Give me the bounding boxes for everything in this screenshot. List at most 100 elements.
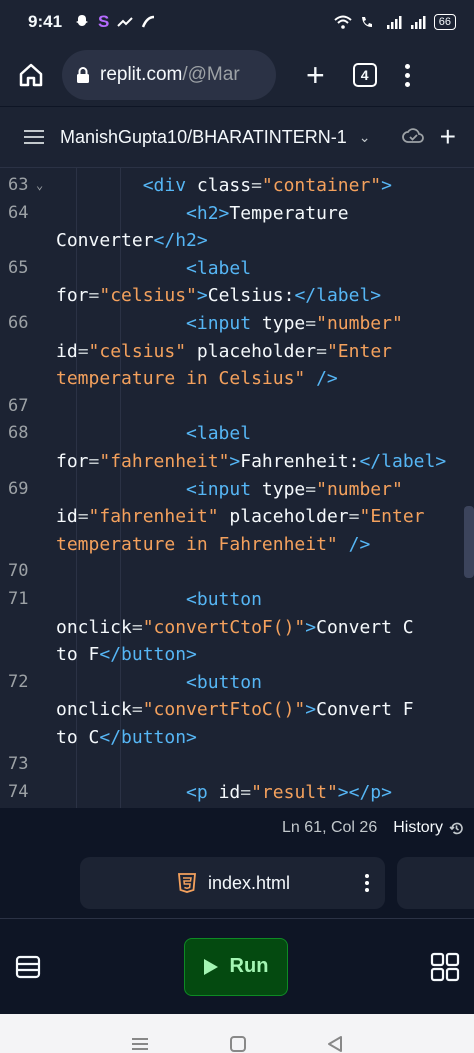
address-bar[interactable]: replit.com/@Mar xyxy=(62,50,276,100)
code-token: </button> xyxy=(99,644,197,666)
home-button[interactable] xyxy=(14,58,48,92)
code-token: = xyxy=(77,340,89,362)
volte-call-icon xyxy=(361,17,372,27)
code-line[interactable]: 70 xyxy=(0,558,474,586)
line-number: 67 xyxy=(8,395,29,416)
code-editor[interactable]: 63 ⌄ <div class="container"> 64 <h2>Temper… xyxy=(0,168,474,808)
code-line[interactable]: temperature in Fahrenheit" /> xyxy=(0,531,474,559)
line-number: 69 xyxy=(8,478,29,499)
code-token: "result" xyxy=(251,782,338,804)
add-button[interactable]: + xyxy=(440,123,456,151)
code-token: = xyxy=(316,340,327,362)
code-token: > xyxy=(381,175,392,196)
browser-menu-button[interactable] xyxy=(404,63,410,87)
code-text: <input type="number" xyxy=(56,310,474,338)
code-token: placeholder xyxy=(196,340,317,362)
code-line[interactable]: id="celsius" placeholder="Enter xyxy=(0,338,474,366)
code-line[interactable]: 73 xyxy=(0,751,474,779)
cloud-check-icon[interactable] xyxy=(401,128,424,146)
url-path: /@Mar xyxy=(182,64,240,85)
next-tab[interactable] xyxy=(397,857,474,909)
code-token: = xyxy=(88,285,100,307)
url-host: replit.com xyxy=(100,64,183,85)
code-line[interactable]: for="fahrenheit">Fahrenheit:</label> xyxy=(0,448,474,476)
code-line[interactable]: 64 <h2>Temperature xyxy=(0,200,474,228)
code-token: <input xyxy=(186,312,262,334)
code-token: id xyxy=(218,782,241,804)
home-nav-icon[interactable] xyxy=(229,1035,247,1053)
code-token: Convert C xyxy=(316,616,414,638)
code-token: /> xyxy=(305,368,338,390)
code-token: temperature in Celsius" xyxy=(56,368,306,390)
code-token: </h2> xyxy=(153,230,208,252)
line-number: 74 xyxy=(8,782,29,803)
code-line[interactable]: to C</button> xyxy=(0,724,474,752)
code-line[interactable]: Converter</h2> xyxy=(0,227,474,255)
code-token: <h2> xyxy=(186,202,230,224)
code-token: id xyxy=(56,340,78,362)
code-line[interactable]: 63 ⌄ <div class="container"> xyxy=(0,172,474,200)
history-button[interactable]: History xyxy=(393,819,464,837)
code-token: = xyxy=(305,478,317,500)
line-number: 70 xyxy=(8,561,29,582)
code-line[interactable]: to F</button> xyxy=(0,641,474,669)
code-line[interactable]: for="celsius">Celsius:</label> xyxy=(0,282,474,310)
code-token: = xyxy=(348,506,360,528)
html5-icon xyxy=(178,873,196,893)
storage-icon[interactable] xyxy=(14,953,42,981)
code-token: for xyxy=(56,285,89,307)
code-text: onclick="convertCtoF()">Convert C xyxy=(56,614,474,642)
back-nav-icon[interactable] xyxy=(326,1035,344,1053)
code-text: for="fahrenheit">Fahrenheit:</label> xyxy=(56,448,474,476)
file-tab-index-html[interactable]: index.html xyxy=(80,857,386,909)
code-line[interactable]: onclick="convertFtoC()">Convert F xyxy=(0,696,474,724)
code-line[interactable]: 65 <label xyxy=(0,255,474,283)
code-text: <button xyxy=(56,586,474,614)
code-line[interactable]: 68 <label xyxy=(0,420,474,448)
code-token: = xyxy=(77,506,89,528)
code-line[interactable]: 72 <button xyxy=(0,669,474,697)
bottom-toolbar: Run xyxy=(0,918,474,1014)
tab-switcher-button[interactable]: 4 xyxy=(352,63,377,87)
menu-icon[interactable] xyxy=(24,130,44,144)
line-number xyxy=(0,531,56,559)
battery-indicator: 66 xyxy=(433,14,456,30)
recent-apps-icon[interactable] xyxy=(130,1036,150,1052)
code-line[interactable]: onclick="convertCtoF()">Convert C xyxy=(0,614,474,642)
code-line[interactable]: 71 <button xyxy=(0,586,474,614)
code-token: "container" xyxy=(261,175,382,196)
code-token: = xyxy=(131,616,143,638)
chevron-down-icon[interactable]: ⌄ xyxy=(359,129,371,146)
file-tab-menu-button[interactable] xyxy=(365,874,370,892)
code-token: ></p> xyxy=(337,782,392,804)
code-text: id="fahrenheit" placeholder="Enter xyxy=(56,503,474,531)
code-line[interactable]: 67 xyxy=(0,393,474,421)
fold-chevron-icon[interactable]: ⌄ xyxy=(36,172,43,200)
new-tab-button[interactable]: + xyxy=(306,59,325,91)
code-line[interactable]: 66 <input type="number" xyxy=(0,310,474,338)
code-line[interactable]: id="fahrenheit" placeholder="Enter xyxy=(0,503,474,531)
phone-status-bar: 9:41 S 66 xyxy=(0,0,474,44)
code-token: "fahrenheit" xyxy=(88,506,230,528)
code-lines: 63 ⌄ <div class="container"> 64 <h2>Temper… xyxy=(0,168,474,807)
code-text: temperature in Fahrenheit" /> xyxy=(56,531,474,559)
code-text: to F</button> xyxy=(56,641,474,669)
code-text: temperature in Celsius" /> xyxy=(56,365,474,393)
run-button[interactable]: Run xyxy=(184,937,288,996)
line-number: 71 xyxy=(8,588,29,609)
clock: 9:41 xyxy=(28,12,63,31)
code-line[interactable]: temperature in Celsius" /> xyxy=(0,365,474,393)
code-text: onclick="convertFtoC()">Convert F xyxy=(56,696,474,724)
grid-icon[interactable] xyxy=(430,952,460,982)
code-line[interactable]: 69 <input type="number" xyxy=(0,476,474,504)
code-token: = xyxy=(240,782,252,804)
code-token: <label xyxy=(186,257,252,279)
code-token: = xyxy=(305,312,317,334)
code-line[interactable]: 74 <p id="result"></p> xyxy=(0,779,474,807)
code-token: = xyxy=(131,699,143,721)
repl-title[interactable]: ManishGupta10/BHARATINTERN-1 xyxy=(60,127,347,148)
editor-scrollbar[interactable] xyxy=(464,506,474,578)
